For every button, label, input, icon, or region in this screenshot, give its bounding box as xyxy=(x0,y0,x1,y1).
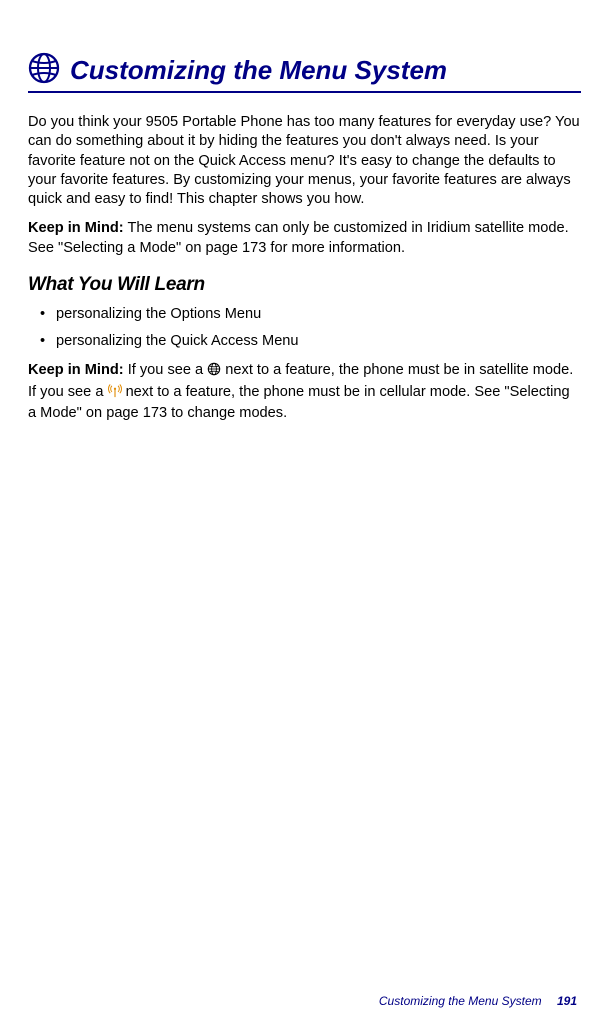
globe-icon xyxy=(28,52,60,89)
footer-chapter-name: Customizing the Menu System xyxy=(379,994,542,1008)
list-item: personalizing the Quick Access Menu xyxy=(28,332,581,351)
learning-bullets: personalizing the Options Menu personali… xyxy=(28,305,581,352)
page-number: 191 xyxy=(557,994,577,1008)
keep-in-mind-2-text-part1: If you see a xyxy=(124,362,208,378)
keep-in-mind-1: Keep in Mind: The menu systems can only … xyxy=(28,219,581,258)
intro-paragraph: Do you think your 9505 Portable Phone ha… xyxy=(28,113,581,209)
page-footer: Customizing the Menu System 191 xyxy=(379,994,577,1008)
keep-in-mind-label: Keep in Mind: xyxy=(28,362,124,378)
keep-in-mind-2: Keep in Mind: If you see a next to a fea… xyxy=(28,361,581,423)
what-you-will-learn-heading: What You Will Learn xyxy=(28,272,581,297)
chapter-title: Customizing the Menu System xyxy=(70,55,581,86)
chapter-title-row: Customizing the Menu System xyxy=(28,52,581,93)
globe-small-icon xyxy=(207,362,221,382)
antenna-icon xyxy=(108,384,122,404)
list-item: personalizing the Options Menu xyxy=(28,305,581,324)
keep-in-mind-label: Keep in Mind: xyxy=(28,220,124,236)
